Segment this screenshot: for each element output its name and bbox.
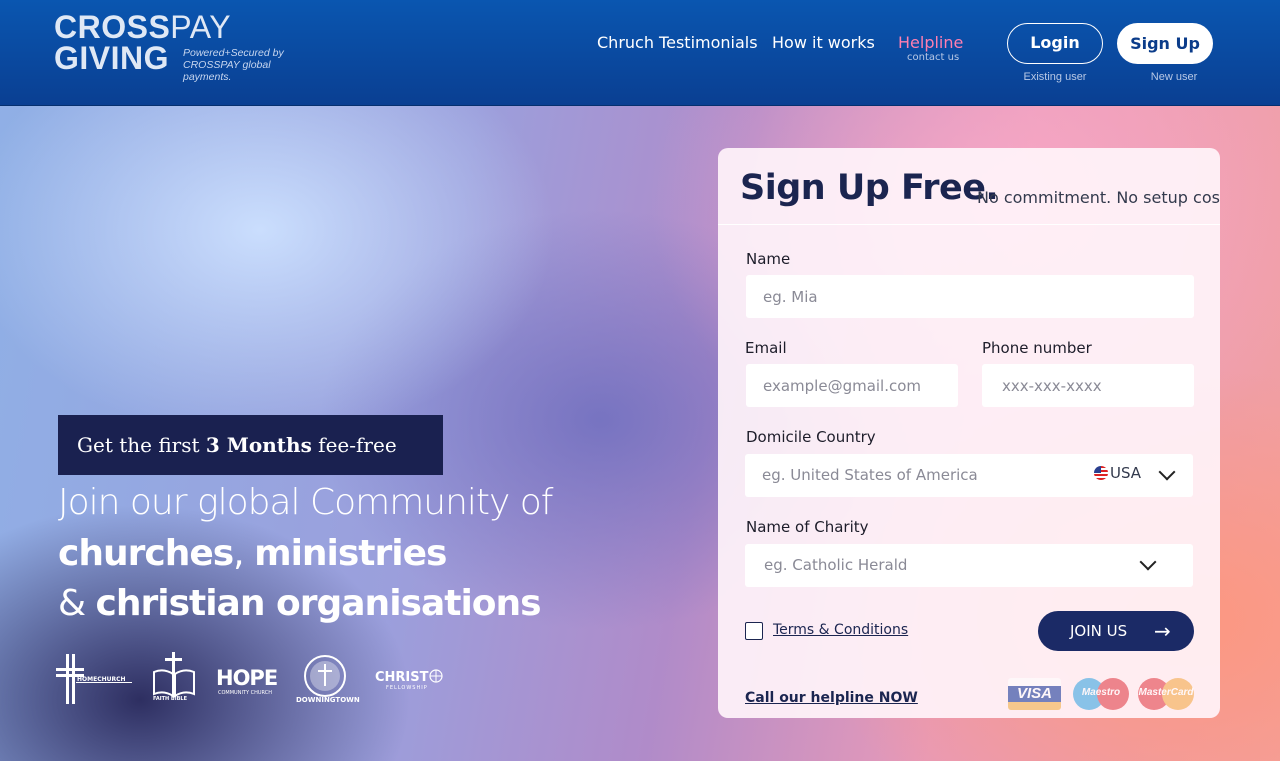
charity-label: Name of Charity [746,518,869,536]
terms-link[interactable]: Terms & Conditions [773,622,908,638]
nav-helpline[interactable]: Helpline [898,33,963,52]
charity-select[interactable]: eg. Catholic Herald [745,544,1193,587]
hope-subtitle: COMMUNITY CHURCH [218,690,273,696]
charity-placeholder: eg. Catholic Herald [764,556,908,574]
signup-caption: New user [1150,71,1198,83]
phone-input[interactable] [982,364,1194,407]
email-input[interactable] [746,364,958,407]
mastercard-icon: MasterCard [1138,678,1194,710]
phone-label: Phone number [982,339,1092,357]
homechurch-logo: HOMECHURCH [54,652,134,710]
name-input[interactable] [746,275,1194,318]
top-header: CROSSPAY GIVING Powered+Secured by CROSS… [0,0,1280,106]
downingtown-logo: DOWNINGTOWN [294,652,360,704]
faith-bible-logo: FAITH BIBLE [152,652,196,706]
email-label: Email [745,339,787,357]
hero-christian-organisations: christian organisations [95,583,542,624]
signup-form-header: Sign Up Free. No commitment. No setup co… [718,148,1220,225]
christ-name: CHRIST [375,670,429,685]
join-us-label: JOIN US [1070,622,1128,640]
promo-text-bold: 3 Months [205,433,312,457]
nav-church-testimonials[interactable]: Chruch Testimonials [597,33,758,52]
globe-icon [429,669,443,683]
nav-helpline-subtext: contact us [907,52,960,63]
login-caption: Existing user [1023,71,1087,83]
signup-form-card: Sign Up Free. No commitment. No setup co… [718,148,1220,718]
logo-tagline: Powered+Secured by CROSSPAY global payme… [183,47,284,83]
homechurch-name: HOMECHURCH [77,676,126,683]
country-code-selector[interactable]: USA [1094,464,1141,482]
christ-subtitle: FELLOWSHIP [386,685,428,691]
signup-form-subtitle: No commitment. No setup cost. [977,188,1220,207]
nav-how-it-works[interactable]: How it works [772,33,875,52]
signup-button[interactable]: Sign Up [1117,23,1213,64]
country-label: Domicile Country [746,428,876,446]
promo-banner: Get the first 3 Months fee-free [58,415,443,475]
us-flag-icon [1094,466,1108,480]
call-helpline-link[interactable]: Call our helpline NOW [745,690,918,706]
hope-name: HOPE [216,666,278,690]
mastercard-label: MasterCard [1138,687,1194,698]
maestro-icon: Maestro [1073,678,1129,710]
country-code: USA [1110,464,1142,482]
hero-headline-line1: Join our global Community of [58,482,553,523]
bible-icon [153,652,195,698]
promo-text-pre: Get the first [77,433,206,457]
login-button[interactable]: Login [1007,23,1103,64]
hero-separator: , [233,533,255,574]
hero-headline-line3: & christian organisations [58,583,542,624]
downingtown-emblem-icon [304,655,346,697]
logo-pay: PAY [170,9,232,45]
promo-text-post: fee-free [311,433,397,457]
signup-form-title: Sign Up Free. [740,168,999,208]
maestro-label: Maestro [1081,687,1121,698]
hero-churches: churches [58,533,234,574]
country-placeholder: eg. United States of America [762,466,978,484]
visa-icon: VISA [1008,678,1061,710]
hero-headline-line2: churches, ministries [58,533,447,574]
join-us-button[interactable]: JOIN US → [1038,611,1194,651]
hero-ampersand: & [58,583,96,624]
visa-label: VISA [1016,685,1052,702]
hero-ministries: ministries [254,533,447,574]
downingtown-name: DOWNINGTOWN [296,696,360,704]
terms-checkbox[interactable] [745,622,763,640]
faith-bible-name: FAITH BIBLE [153,696,187,702]
name-label: Name [746,250,791,268]
crosspay-giving-logo[interactable]: CROSSPAY GIVING Powered+Secured by CROSS… [54,9,284,83]
arrow-right-icon: → [1154,619,1171,643]
